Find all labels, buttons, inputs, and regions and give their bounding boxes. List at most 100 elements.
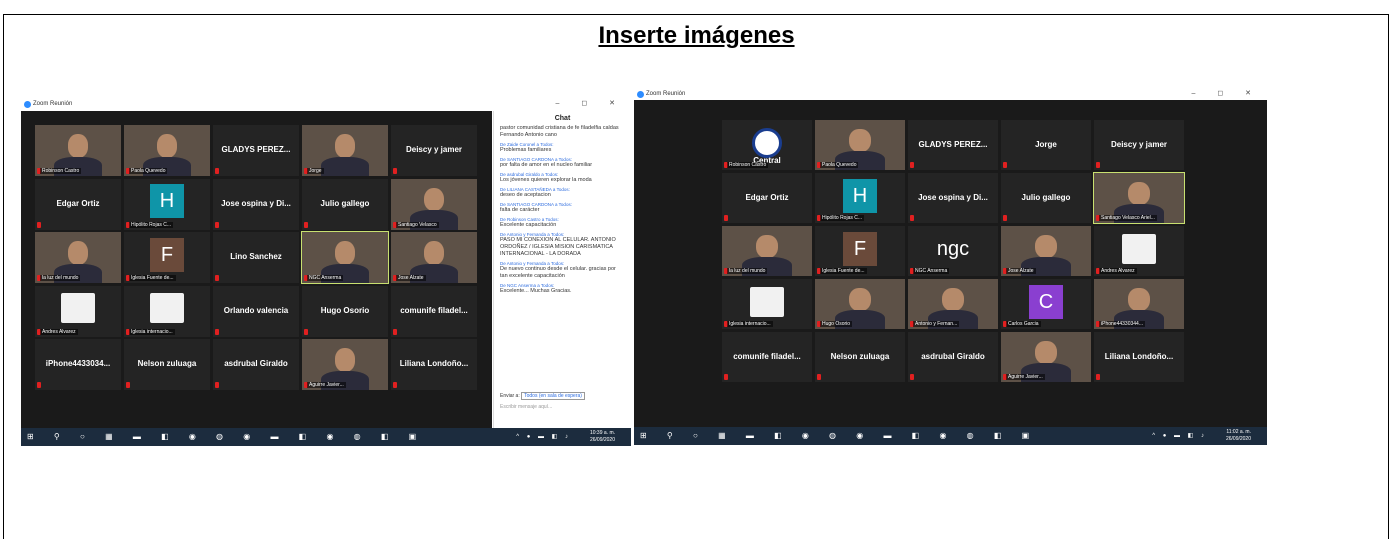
participant-caption: Andres Alvarez [40,328,78,335]
participant-tile[interactable]: iPhone4433034... [35,339,121,390]
participant-tile[interactable]: Paola Quevedo [124,125,210,176]
participant-tile[interactable]: Lino Sanchez [213,232,299,283]
muted-mic-icon [1003,215,1007,221]
participant-name: Deiscy y jamer [1110,140,1168,149]
participant-tile[interactable]: comunife filadel... [391,285,477,337]
participant-tile[interactable]: Aguirre Javier... [1001,332,1091,382]
participant-tile[interactable]: Julio gallego [1001,173,1091,223]
participant-tile[interactable]: Antonio y Fernan... [908,279,998,329]
participant-tile[interactable]: la luz del mundo [722,226,812,276]
participant-tile[interactable]: Liliana Londoño... [391,339,477,390]
participant-tile[interactable]: Edgar Ortiz [722,173,812,223]
participant-tile[interactable]: Julio gallego [302,178,388,230]
chat-text: Los jóvenes quieren explorar la moda [500,177,592,183]
chat-text: Excelente capacitación [500,222,557,228]
participant-tile[interactable]: Deiscy y jamer [391,125,477,176]
participant-tile[interactable]: ngc NGC Anserma [908,226,998,276]
chat-message-input[interactable]: Escribir mensaje aquí... [500,404,552,410]
participant-tile[interactable]: Iglesia internacio... [722,279,812,329]
participant-tile[interactable]: Santiago Velasco Ariel... [1093,172,1185,224]
participant-name: Nelson zuluaga [137,359,197,369]
participant-tile[interactable]: F Iglesia Fuente de... [815,226,905,276]
participant-name: Jose ospina y Di... [221,198,291,208]
participant-tile[interactable]: Andres Alvarez [35,285,121,337]
participant-avatar: F [843,231,877,266]
participant-tile[interactable]: Central Robinson Castro [722,120,812,170]
participant-caption: Carlos Garcia [1006,321,1041,327]
participant-name: GLADYS PEREZ... [918,140,988,149]
muted-mic-icon [215,382,219,388]
participant-caption: Santiago Velasco [396,221,439,228]
participant-tile[interactable]: Jose ospina y Di... [908,173,998,223]
taskbar-icons[interactable]: ⊞ ⚲ ○ ▦ ▬ ◧ ◉ ◍ ◉ ▬ ◧ ◉ ◍ ◧ ▣ [640,431,1038,440]
participant-name: comunife filadel... [733,352,801,361]
left-taskbar: ⊞ ⚲ ○ ▦ ▬ ◧ ◉ ◍ ◉ ▬ ◧ ◉ ◍ ◧ ▣ ^ ● ▬ ◧ ♪ … [21,428,631,446]
left-zoom-screenshot: Zoom Reunión – ◻ ✕ Robinson Castro Paola … [21,98,631,446]
participant-tile[interactable]: la luz del mundo [35,232,121,283]
participant-tile[interactable]: Jorge [302,125,388,176]
participant-tile[interactable]: Santiago Velasco [391,178,477,230]
participant-video-body [320,156,370,176]
muted-mic-icon [215,328,219,335]
participant-tile[interactable]: Jose Alzate [1001,226,1091,276]
participant-name: Orlando valencia [223,305,289,315]
participant-tile[interactable]: Hugo Osorio [302,285,388,337]
taskbar-icons[interactable]: ⊞ ⚲ ○ ▦ ▬ ◧ ◉ ◍ ◉ ▬ ◧ ◉ ◍ ◧ ▣ [27,432,425,441]
window-controls[interactable]: – ◻ ✕ [1192,88,1261,100]
window-controls[interactable]: – ◻ ✕ [556,98,625,110]
chat-message: De SANTIAGO CARDONA a Todos: por falta de… [494,157,631,169]
participant-video-head [334,134,356,158]
system-tray[interactable]: ^ ● ▬ ◧ ♪ [1152,432,1207,439]
muted-mic-icon [126,382,130,388]
participant-tile[interactable]: asdrubal Giraldo [908,332,998,382]
participant-caption: NGC Anserma [307,275,344,281]
participant-video-head [849,129,871,152]
participant-tile[interactable]: H Hipólito Rojas C... [124,178,210,230]
participant-tile[interactable]: Iglesia internacio... [124,285,210,337]
participant-tile[interactable]: F Iglesia Fuente de... [124,232,210,283]
participant-tile[interactable]: Nelson zuluaga [124,339,210,390]
muted-mic-icon [393,328,397,335]
participant-tile[interactable]: H Hipólito Rojas C... [815,173,905,223]
chat-message: pastor comunidad cristiana de fe filadel… [494,125,631,139]
muted-mic-icon [910,374,914,380]
participant-video-head [423,187,445,212]
participant-tile[interactable]: Robinson Castro [35,125,121,176]
participant-tile[interactable]: Jorge [1001,120,1091,170]
send-to-dropdown[interactable]: Todos (en sala de espera) [521,392,585,400]
participant-tile[interactable]: Aguirre Javier... [302,339,388,390]
participant-tile[interactable]: Jose ospina y Di... [213,178,299,230]
participant-tile[interactable]: iPhone44330344... [1094,279,1184,329]
muted-mic-icon [910,215,914,221]
right-taskbar: ⊞ ⚲ ○ ▦ ▬ ◧ ◉ ◍ ◉ ▬ ◧ ◉ ◍ ◧ ▣ ^ ● ▬ ◧ ♪ … [634,427,1267,445]
participant-tile[interactable]: Nelson zuluaga [815,332,905,382]
participant-tile[interactable]: Liliana Londoño... [1094,332,1184,382]
system-tray[interactable]: ^ ● ▬ ◧ ♪ [516,433,571,440]
participant-tile[interactable]: Paola Quevedo [815,120,905,170]
participant-tile[interactable]: Andres Alvarez [1094,226,1184,276]
participant-tile[interactable]: C Carlos Garcia [1001,279,1091,329]
participant-tile[interactable]: GLADYS PEREZ... [908,120,998,170]
participant-tile[interactable]: comunife filadel... [722,332,812,382]
participant-name: Deiscy y jamer [405,145,463,155]
participant-caption: Hugo Osorio [820,321,853,327]
participant-tile[interactable]: Hugo Osorio [815,279,905,329]
participant-name: Liliana Londoño... [1104,352,1174,361]
taskbar-clock: 11:02 a. m. 26/09/2020 [1225,429,1251,442]
participant-tile[interactable]: Orlando valencia [213,285,299,337]
participant-name: Julio gallego [1021,193,1071,202]
participant-video-head [1035,341,1057,364]
participant-video-head [1035,235,1057,258]
participant-tile[interactable]: asdrubal Giraldo [213,339,299,390]
participant-tile[interactable]: Deiscy y jamer [1094,120,1184,170]
participant-tile[interactable]: Jose Alzate [391,232,477,283]
participant-tile[interactable]: Edgar Ortiz [35,178,121,230]
participant-tile[interactable]: GLADYS PEREZ... [213,125,299,176]
right-video-gallery: Central Robinson Castro Paola Quevedo GLADY… [634,100,1267,427]
ngc-logo-icon: ngc [936,237,970,260]
page-title: Inserte imágenes [598,22,795,49]
chat-message: De Zaide Coronel a Todos: Problemas famil… [494,142,631,154]
participant-caption: iPhone44330344... [1099,321,1145,327]
participant-tile[interactable]: NGC Anserma [301,231,389,284]
send-to-label: Enviar a: [500,393,520,399]
